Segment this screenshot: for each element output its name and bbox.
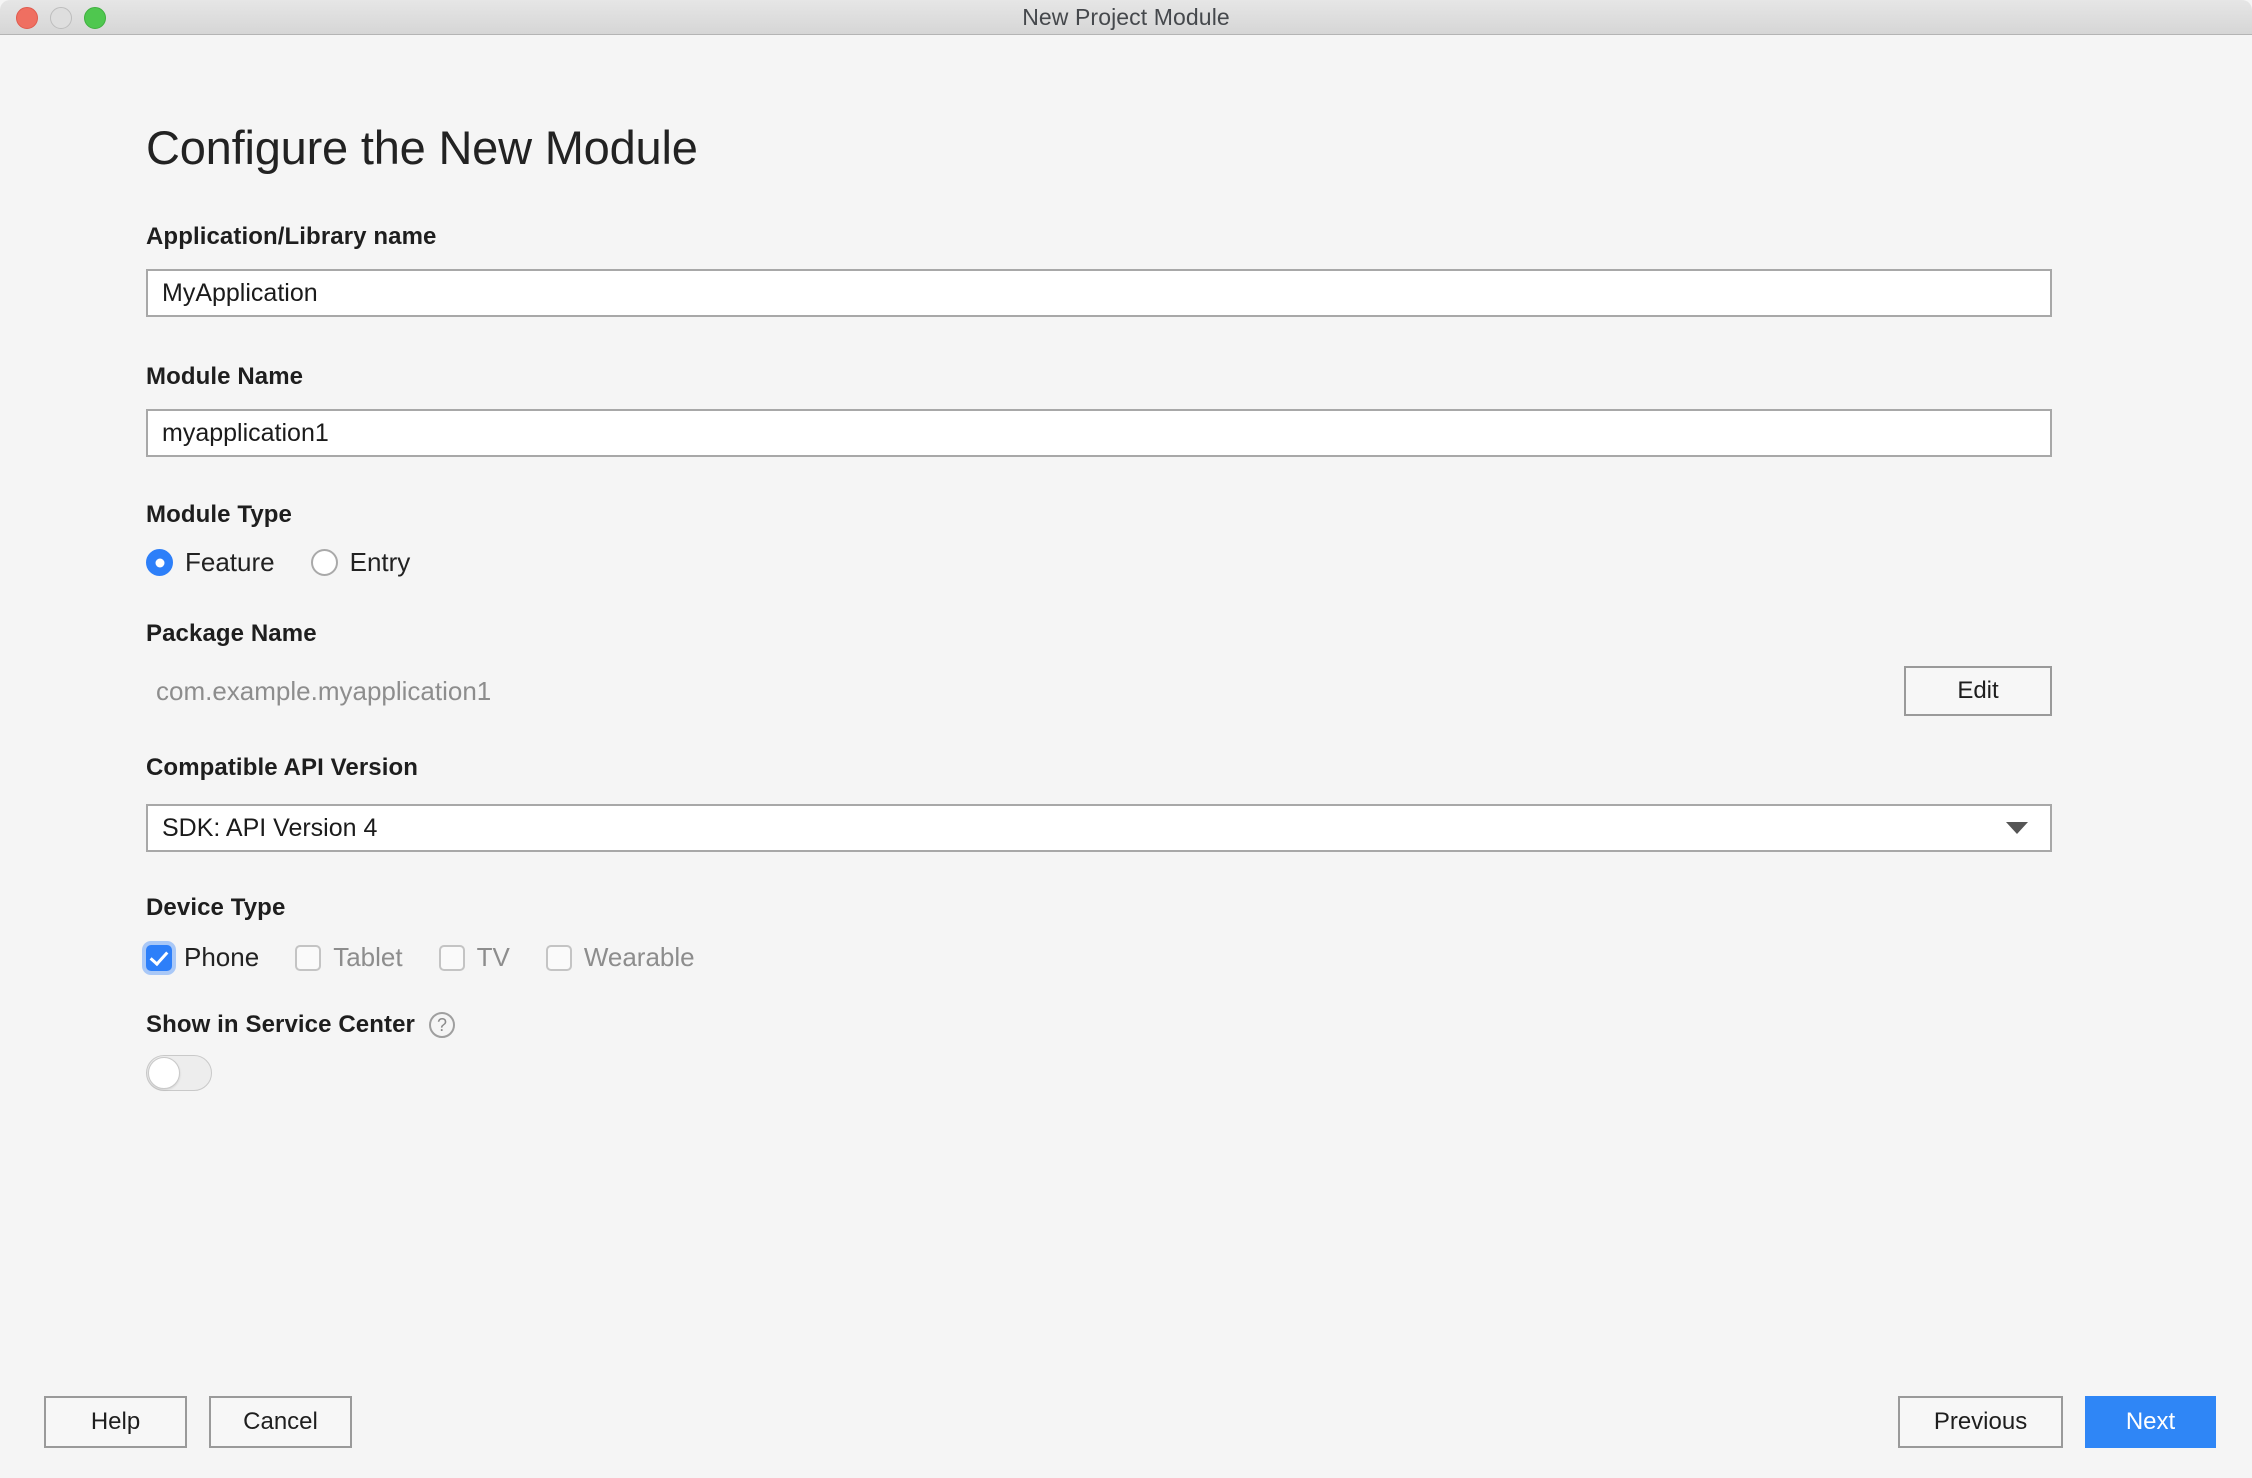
package-name-label: Package Name [146, 620, 317, 647]
radio-selected-icon [146, 549, 173, 576]
api-version-label: Compatible API Version [146, 754, 419, 781]
checkbox-unchecked-icon [438, 944, 465, 971]
help-button[interactable]: Help [44, 1396, 187, 1448]
device-type-group: Device Type Phone Tablet TV Wearable [146, 894, 2052, 973]
traffic-lights [16, 0, 106, 35]
cancel-button[interactable]: Cancel [209, 1396, 352, 1448]
footer-left-buttons: Help Cancel [44, 1396, 352, 1448]
toggle-knob [148, 1057, 180, 1089]
api-version-selected-value: SDK: API Version 4 [146, 804, 2052, 852]
next-button[interactable]: Next [2085, 1396, 2216, 1448]
device-type-phone-label: Phone [184, 942, 260, 972]
device-type-wearable-label: Wearable [583, 942, 695, 972]
checkbox-unchecked-icon [545, 944, 572, 971]
module-type-label: Module Type [146, 501, 292, 528]
package-name-row: com.example.myapplication1 Edit [146, 666, 2052, 716]
checkbox-checked-icon [146, 944, 172, 971]
footer-right-buttons: Previous Next [1898, 1396, 2216, 1448]
module-type-radio-group: Feature Entry [146, 547, 2052, 578]
form-container: Configure the New Module Application/Lib… [146, 35, 2052, 1096]
previous-button[interactable]: Previous [1898, 1396, 2063, 1448]
radio-unselected-icon [310, 549, 338, 576]
package-name-value: com.example.myapplication1 [156, 675, 492, 706]
device-type-checkbox-tv[interactable]: TV [438, 942, 510, 973]
maximize-window-icon[interactable] [84, 6, 106, 29]
device-type-checkbox-group: Phone Tablet TV Wearable [146, 942, 2052, 973]
service-center-toggle[interactable] [146, 1055, 212, 1091]
checkbox-unchecked-icon [295, 944, 322, 971]
module-name-label: Module Name [146, 363, 304, 390]
module-name-group: Module Name [146, 363, 2052, 457]
minimize-window-icon[interactable] [50, 6, 72, 29]
service-center-label-row: Show in Service Center ? [146, 1011, 2052, 1039]
api-version-select[interactable]: SDK: API Version 4 [146, 804, 2052, 852]
device-type-tv-label: TV [476, 942, 510, 972]
close-window-icon[interactable] [16, 6, 38, 29]
module-type-feature-label: Feature [185, 547, 275, 577]
device-type-checkbox-phone[interactable]: Phone [146, 942, 259, 973]
device-type-checkbox-tablet[interactable]: Tablet [295, 942, 403, 973]
service-center-group: Show in Service Center ? [146, 1011, 2052, 1096]
module-name-input[interactable] [146, 409, 2052, 457]
service-center-label: Show in Service Center [146, 1011, 415, 1038]
window-title: New Project Module [1022, 3, 1230, 30]
page-title: Configure the New Module [146, 121, 698, 174]
module-type-entry-label: Entry [349, 547, 411, 577]
module-type-radio-feature[interactable]: Feature [146, 547, 275, 578]
app-name-label: Application/Library name [146, 223, 437, 250]
device-type-checkbox-wearable[interactable]: Wearable [545, 942, 695, 973]
api-version-group: Compatible API Version SDK: API Version … [146, 754, 2052, 852]
help-question-icon[interactable]: ? [428, 1012, 455, 1038]
app-name-input[interactable] [146, 269, 2052, 317]
edit-package-name-button[interactable]: Edit [1904, 666, 2052, 716]
window-titlebar: New Project Module [0, 0, 2252, 35]
app-name-group: Application/Library name [146, 223, 2052, 317]
device-type-tablet-label: Tablet [333, 942, 403, 972]
module-type-radio-entry[interactable]: Entry [310, 547, 411, 578]
dialog-content: Configure the New Module Application/Lib… [0, 35, 2252, 1478]
dialog-footer: Help Cancel Previous Next [0, 1366, 2252, 1478]
package-name-group: Package Name com.example.myapplication1 … [146, 620, 2052, 716]
new-project-module-window: New Project Module Configure the New Mod… [0, 0, 2252, 1478]
device-type-label: Device Type [146, 894, 286, 921]
module-type-group: Module Type Feature Entry [146, 501, 2052, 578]
